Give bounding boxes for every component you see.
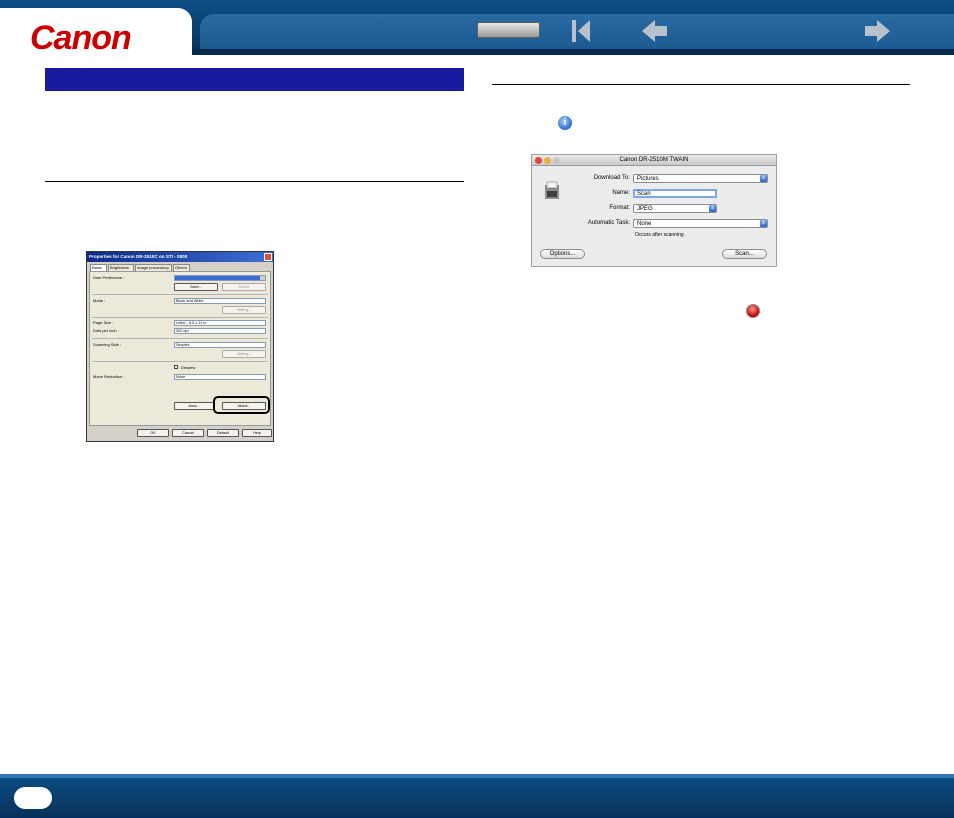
manual-page: Canon Properties for Canon DR-2510C on S… <box>0 0 954 818</box>
name-field[interactable]: Scan <box>633 189 717 198</box>
automatic-task-value: None <box>637 221 652 227</box>
footer-top-line <box>0 774 954 778</box>
save-button[interactable]: Save... <box>174 283 218 291</box>
dialog-title: Properties for Canon DR-2510C on STI - 0… <box>87 252 273 262</box>
options-button[interactable]: Options... <box>540 249 585 259</box>
area-button[interactable]: Area... <box>174 402 214 410</box>
download-to-popup[interactable]: Pictures ⇕ <box>633 174 768 183</box>
about-button-highlight <box>213 396 270 414</box>
arrow-right-icon[interactable] <box>862 17 892 45</box>
close-icon[interactable] <box>264 253 272 261</box>
footer-bar <box>0 774 954 818</box>
tab-basic[interactable]: Basic <box>90 264 107 271</box>
ok-button[interactable]: OK <box>137 429 169 437</box>
toc-button[interactable] <box>477 22 540 38</box>
download-to-label: Download To: <box>593 175 630 181</box>
automatic-task-label: Automatic Task: <box>587 220 630 226</box>
automatic-task-popup[interactable]: None ⇕ <box>633 219 768 228</box>
format-value: JPEG <box>637 206 653 212</box>
section-heading-bar <box>45 68 464 91</box>
info-icon: i <box>558 116 572 130</box>
mac-dialog-title-text: Canon DR-2510M TWAIN <box>619 157 689 163</box>
minimize-icon[interactable] <box>544 157 551 164</box>
format-label: Format: <box>609 205 630 211</box>
user-preference-label: User Preference : <box>93 275 125 280</box>
page-size-combo[interactable]: Letter - 8.5 x 11 in <box>174 320 266 326</box>
delete-button[interactable]: Delete <box>222 283 266 291</box>
format-popup[interactable]: JPEG ⇕ <box>633 204 717 213</box>
arrow-left-icon[interactable] <box>640 17 670 45</box>
zoom-icon[interactable] <box>553 157 560 164</box>
logo-tab[interactable]: Canon <box>0 8 192 57</box>
deskew-label: Deskew <box>181 365 196 370</box>
stop-icon <box>746 304 760 318</box>
separator <box>92 317 268 318</box>
separator <box>92 338 268 339</box>
dpi-label: Dots per inch : <box>93 328 119 333</box>
header-bar: Canon <box>0 0 954 57</box>
stepper-icon: ⇕ <box>760 220 767 227</box>
tab-strip: Basic Brightness Image processing Others <box>87 262 273 271</box>
moire-label: Moire Reduction : <box>93 374 125 379</box>
help-button[interactable]: Help <box>242 429 272 437</box>
stepper-icon: ⇕ <box>709 205 716 212</box>
mac-twain-dialog: Canon DR-2510M TWAIN Download To: Pictur… <box>531 154 777 267</box>
mode-combo[interactable]: Black and White <box>174 298 266 304</box>
automatic-task-hint: Occurs after scanning <box>635 232 684 238</box>
dialog-title-text: Properties for Canon DR-2510C on STI - 0… <box>89 254 188 259</box>
scanner-icon <box>545 181 559 199</box>
stepper-icon: ⇕ <box>760 175 767 182</box>
page-number-badge <box>14 787 52 809</box>
side-setting-button[interactable]: Setting... <box>222 350 266 358</box>
chevron-down-icon <box>260 276 265 280</box>
tab-others[interactable]: Others <box>173 264 190 271</box>
default-button[interactable]: Default <box>207 429 239 437</box>
separator <box>92 294 268 295</box>
cancel-button[interactable]: Cancel <box>172 429 204 437</box>
user-preference-combo[interactable] <box>174 275 266 281</box>
mac-dialog-title: Canon DR-2510M TWAIN <box>532 155 776 166</box>
mode-setting-button[interactable]: Setting... <box>222 306 266 314</box>
scanning-side-label: Scanning Side : <box>93 342 122 347</box>
close-icon[interactable] <box>535 157 542 164</box>
name-label: Name: <box>612 190 630 196</box>
dpi-combo[interactable]: 300 dpi <box>174 328 266 334</box>
canon-logo: Canon <box>30 19 132 57</box>
scanning-side-combo[interactable]: Simplex <box>174 342 266 348</box>
divider-right <box>492 84 910 85</box>
tab-image-processing[interactable]: Image processing <box>135 264 172 271</box>
deskew-checkbox[interactable] <box>174 365 178 369</box>
divider-left <box>45 181 464 182</box>
moire-combo[interactable]: None <box>174 374 266 380</box>
separator <box>92 361 268 362</box>
scan-button[interactable]: Scan... <box>722 249 767 259</box>
first-page-icon[interactable] <box>570 17 594 45</box>
page-size-label: Page Size : <box>93 320 114 325</box>
tab-brightness[interactable]: Brightness <box>108 264 134 271</box>
mode-label: Mode : <box>93 298 106 303</box>
download-to-value: Pictures <box>637 176 659 182</box>
